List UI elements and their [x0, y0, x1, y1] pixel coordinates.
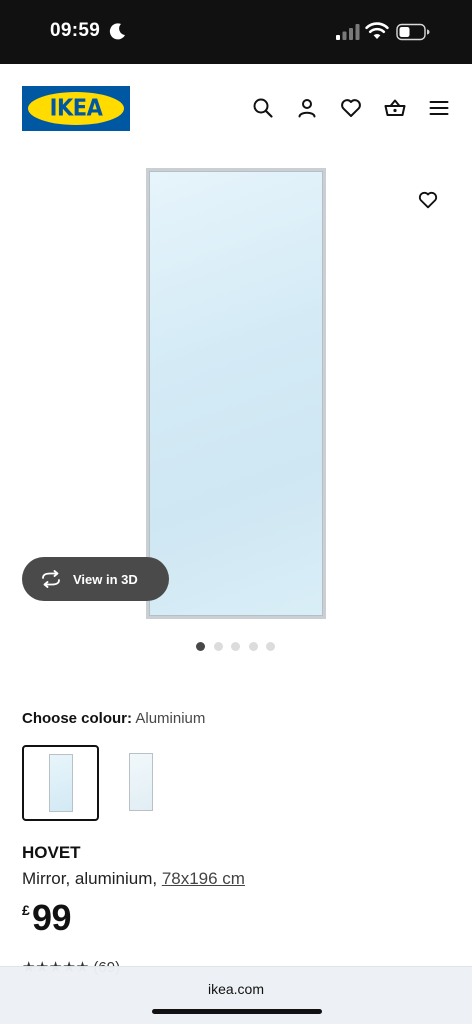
pagination-dot[interactable]	[266, 642, 275, 651]
registered-mark: ®	[123, 90, 128, 96]
pagination-dot[interactable]	[196, 642, 205, 651]
logo-oval: IKEA	[28, 92, 124, 125]
url-text[interactable]: ikea.com	[0, 981, 472, 997]
battery-icon	[396, 23, 430, 41]
rotate-3d-icon	[42, 570, 60, 588]
pagination-dot[interactable]	[249, 642, 258, 651]
product-type: Mirror, aluminium,	[22, 869, 162, 888]
price-currency: £	[22, 902, 30, 918]
basket-icon[interactable]	[383, 96, 407, 120]
swatch-thumbnail	[129, 753, 153, 811]
heart-icon	[418, 191, 438, 209]
price-value: 99	[32, 897, 72, 938]
ikea-logo[interactable]: IKEA ®	[22, 86, 130, 131]
site-header: IKEA ®	[0, 64, 472, 150]
pagination-dot[interactable]	[231, 642, 240, 651]
view-in-3d-button[interactable]: View in 3D	[22, 557, 169, 601]
status-bar: 09:59	[0, 0, 472, 64]
add-to-wishlist-button[interactable]	[406, 178, 450, 222]
account-icon[interactable]	[295, 96, 319, 120]
gallery-pagination	[196, 642, 286, 652]
colour-swatch-alternate[interactable]	[104, 745, 181, 821]
product-name: HOVET	[22, 843, 81, 862]
choose-colour-label: Choose colour:	[22, 710, 133, 727]
colour-swatch-aluminium[interactable]	[22, 745, 99, 821]
status-time: 09:59	[50, 20, 101, 41]
product-image-mirror[interactable]	[146, 168, 326, 619]
colour-chooser-label: Choose colour: Aluminium	[22, 710, 205, 727]
search-icon[interactable]	[251, 96, 275, 120]
product-size-link[interactable]: 78x196 cm	[162, 869, 245, 888]
product-description: Mirror, aluminium, 78x196 cm	[22, 869, 245, 889]
logo-text: IKEA	[49, 95, 103, 121]
wishlist-icon[interactable]	[339, 96, 363, 120]
selected-colour-value: Aluminium	[135, 710, 206, 727]
swatch-thumbnail	[49, 754, 73, 812]
signal-icon	[336, 24, 360, 40]
pagination-dot[interactable]	[214, 642, 223, 651]
browser-url-bar[interactable]: ikea.com	[0, 966, 472, 1024]
wifi-icon	[365, 22, 389, 39]
home-indicator[interactable]	[152, 1009, 322, 1014]
menu-icon[interactable]	[427, 96, 451, 120]
moon-icon	[109, 23, 125, 40]
view-in-3d-label: View in 3D	[73, 571, 138, 587]
